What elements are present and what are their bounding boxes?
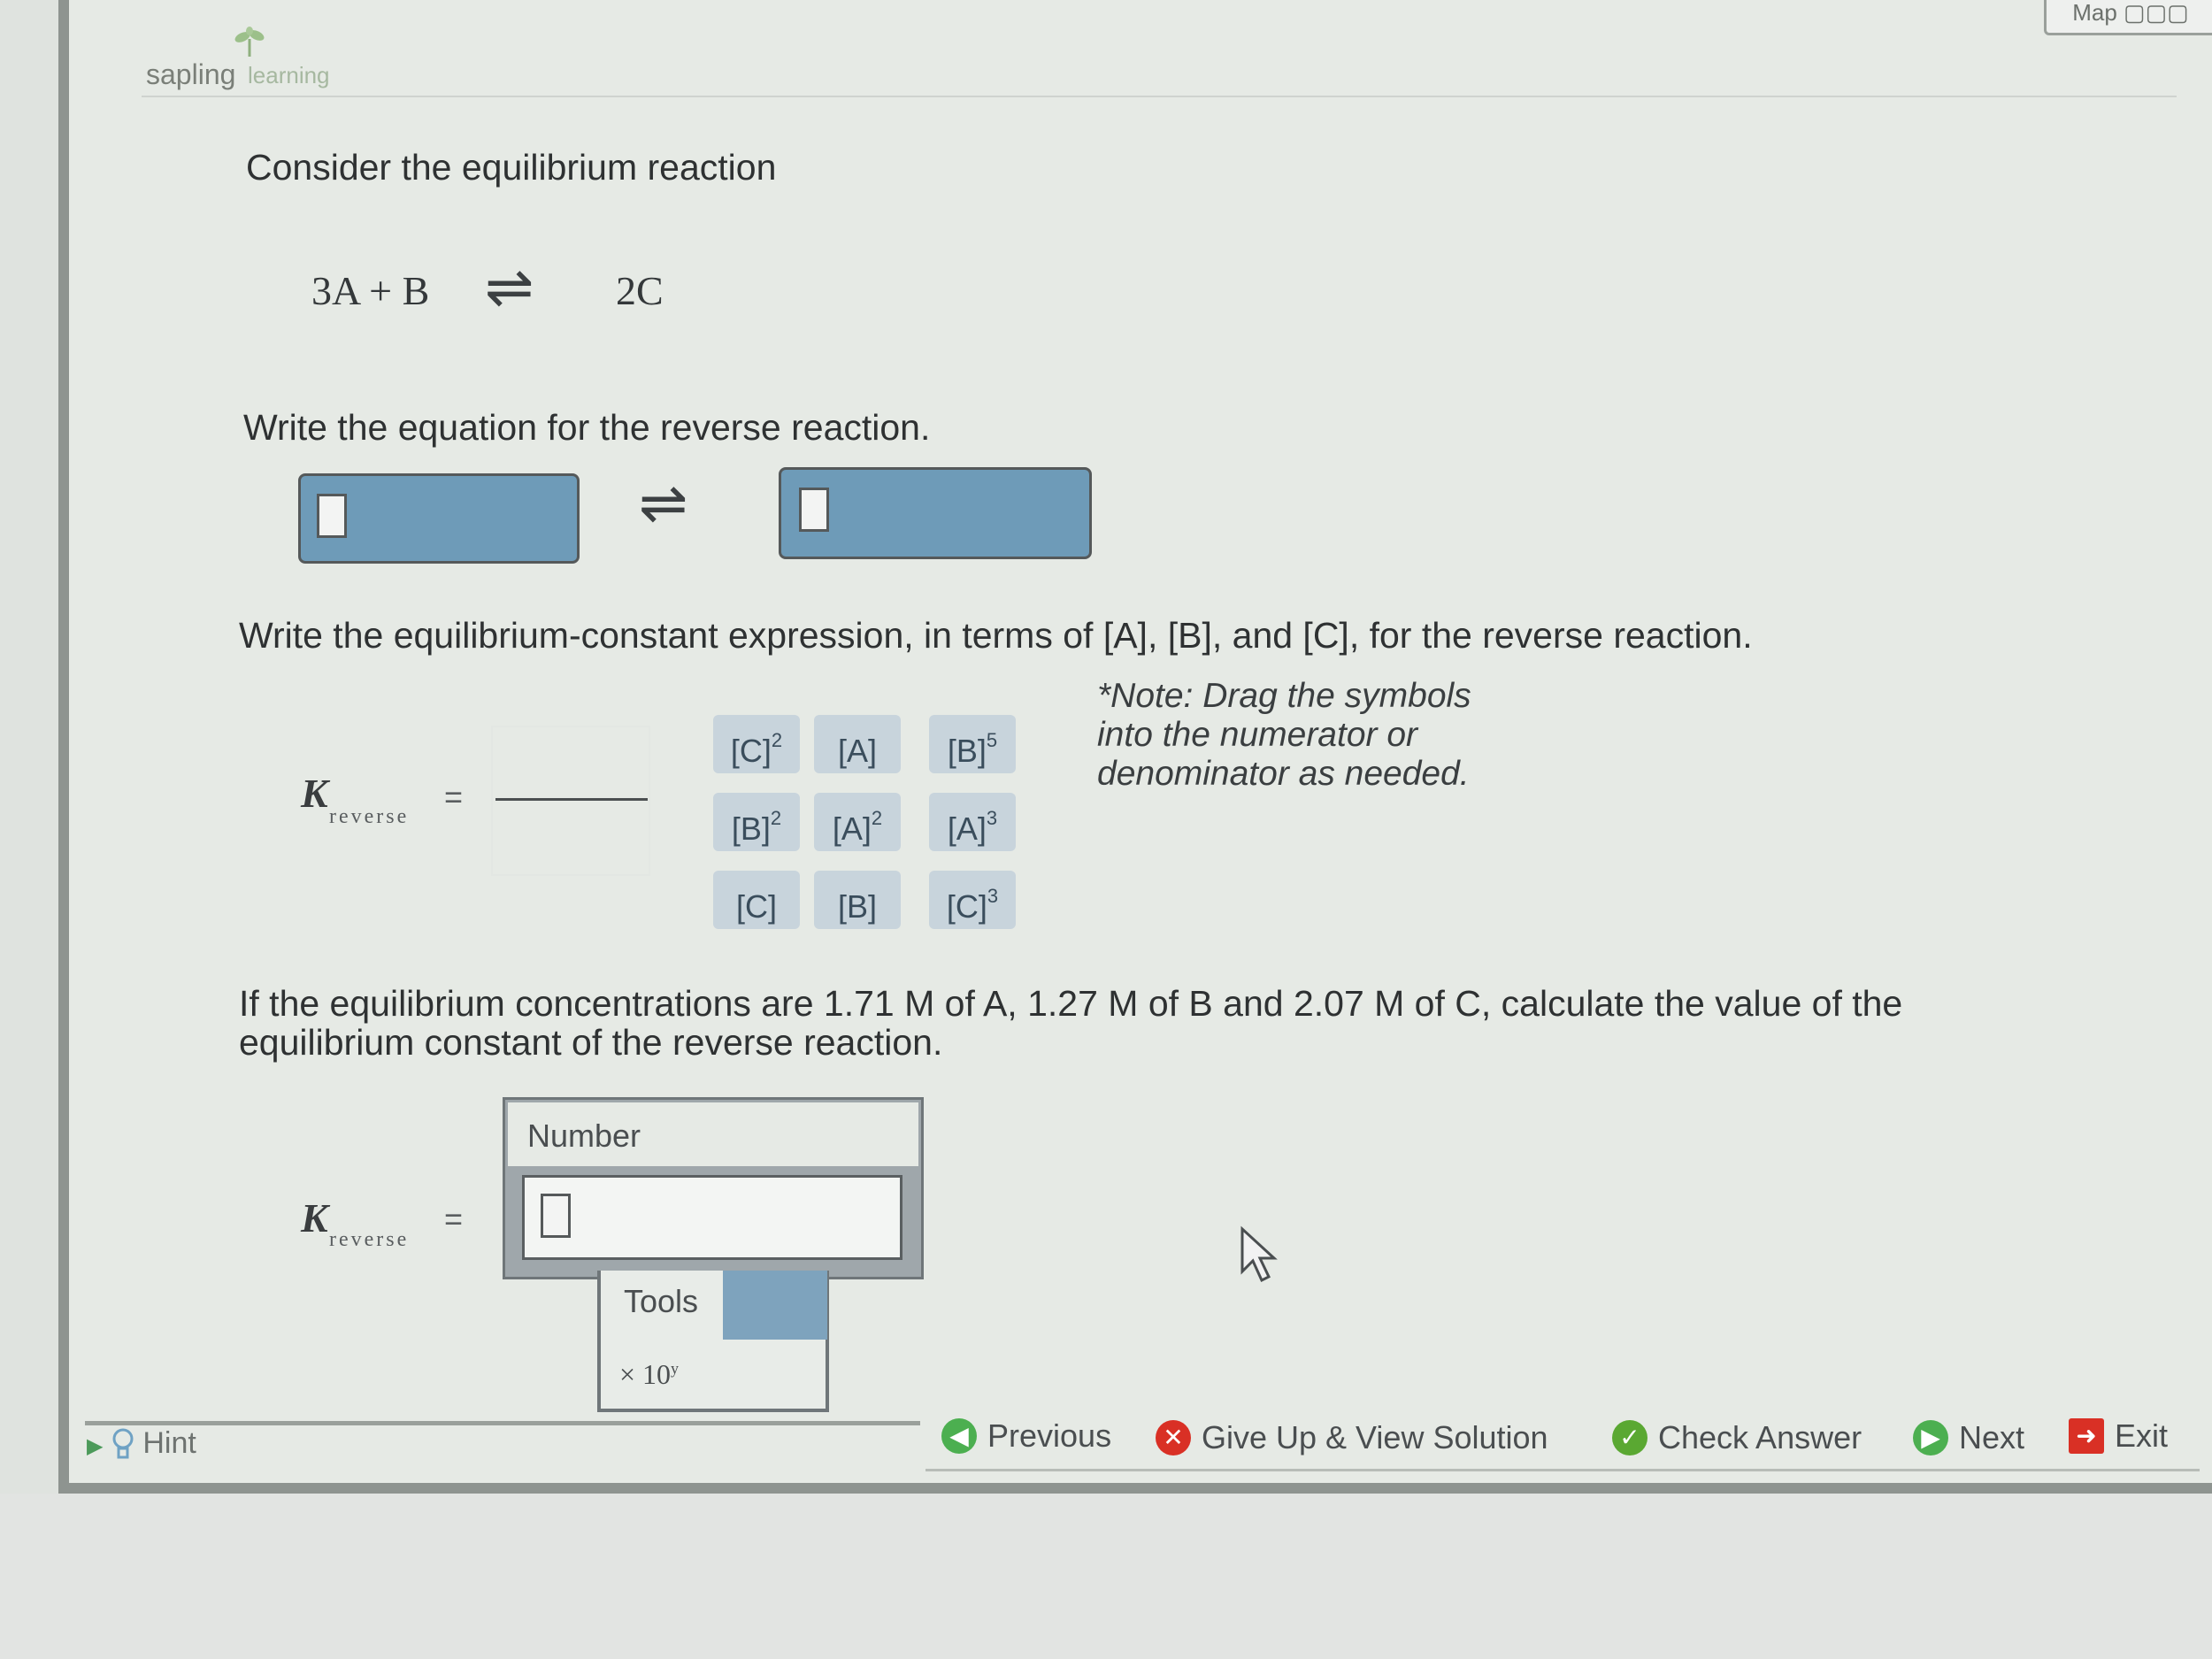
check-answer-button[interactable]: ✓ Check Answer [1612,1417,1862,1458]
tile-c[interactable]: [C] [713,871,800,929]
part3-prompt: If the equilibrium concentrations are 1.… [239,984,1902,1062]
mouse-cursor-icon [1240,1225,1278,1283]
tile-exponent: 3 [986,807,998,829]
tile-exponent: 5 [986,729,998,751]
next-icon: ▶ [1913,1420,1948,1456]
equilibrium-arrow-icon: ⇌ [485,253,534,321]
tile-c-squared[interactable]: [C]2 [713,715,800,773]
sapling-leaf-icon [234,27,265,57]
tile-a-cubed[interactable]: [A]3 [929,793,1016,851]
tools-label[interactable]: Tools [624,1283,698,1320]
times-ten-button[interactable]: × 10y [619,1358,679,1391]
text-cursor-icon [541,1194,571,1238]
reverse-equilibrium-arrow-icon: ⇌ [639,469,688,537]
tile-exponent: 3 [987,885,999,907]
next-button[interactable]: ▶ Next [1913,1417,2024,1458]
note-line-1: *Note: Drag the symbols [1097,677,1471,715]
text-cursor-icon [799,488,829,532]
note-line-2: into the numerator or [1097,716,1418,754]
tile-base: [C] [735,888,777,925]
previous-icon: ◀ [941,1418,977,1455]
reverse-reactant-input[interactable] [298,473,580,564]
fraction-bar [495,798,648,801]
logo-learning: learning [248,62,330,88]
tile-b-fifth[interactable]: [B]5 [929,715,1016,773]
part3-prompt-line-1: If the equilibrium concentrations are 1.… [239,983,1903,1024]
tile-a-squared[interactable]: [A]2 [814,793,901,851]
header-divider [142,96,2177,97]
tile-base: [A] [837,733,877,769]
map-icon: ▢▢▢ [2124,0,2189,26]
tile-b-squared[interactable]: [B]2 [713,793,800,851]
hint-button[interactable]: ▶ Hint [87,1426,196,1463]
tile-exponent: 2 [871,807,883,829]
equals-sign: = [444,779,464,815]
equals-sign: = [444,1201,464,1237]
exit-label: Exit [2115,1417,2169,1454]
k-subscript: reverse [329,805,410,828]
drag-note: *Note: Drag the symbols into the numerat… [1097,677,1471,794]
reverse-product-input[interactable] [779,467,1092,559]
times-ten-exponent: y [671,1359,680,1378]
tile-exponent: 2 [771,729,783,751]
number-label: Number [527,1118,641,1154]
k-symbol: K [301,1195,328,1240]
previous-button[interactable]: ◀ Previous [941,1416,1111,1456]
k-symbol: K [301,771,328,816]
denominator-drop-zone[interactable] [495,807,648,865]
expand-arrow-icon: ▶ [87,1434,104,1458]
tile-base: [C] [946,888,987,925]
logo-sapling[interactable]: sapling [146,58,235,91]
reaction-reactants: 3A + B [311,268,430,313]
k-subscript: reverse [329,1228,410,1251]
previous-label: Previous [987,1417,1112,1454]
note-line-3: denominator as needed. [1097,755,1470,793]
exit-button[interactable]: ➜ Exit [2069,1416,2168,1456]
tile-exponent: 2 [770,807,782,829]
next-label: Next [1959,1419,2025,1455]
tile-base: [C] [730,733,772,769]
hint-bulb-icon [112,1428,134,1459]
map-label: Map [2072,0,2117,26]
numerator-drop-zone[interactable] [495,734,648,793]
giveup-label: Give Up & View Solution [1202,1419,1548,1455]
tile-c-cubed[interactable]: [C]3 [929,871,1016,929]
reaction-products: 2C [616,268,664,313]
intro-text: Consider the equilibrium reaction [246,147,777,188]
part3-prompt-line-2: equilibrium constant of the reverse reac… [239,1022,943,1063]
part1-prompt: Write the equation for the reverse react… [243,407,931,448]
give-up-button[interactable]: ✕ Give Up & View Solution [1156,1417,1548,1458]
exit-icon: ➜ [2069,1418,2104,1455]
hint-label: Hint [142,1426,196,1460]
tools-tab-accent [723,1271,827,1340]
tile-base: [A] [947,810,987,847]
tile-base: [A] [832,810,872,847]
tile-base: [B] [731,810,771,847]
tile-b[interactable]: [B] [814,871,901,929]
footer-divider-right [926,1469,2200,1471]
number-input[interactable] [522,1175,902,1260]
times-ten-label: × 10 [619,1358,672,1390]
giveup-icon: ✕ [1156,1420,1191,1456]
text-cursor-icon [317,494,347,538]
footer-divider [85,1421,920,1425]
tile-base: [B] [947,733,987,769]
check-label: Check Answer [1658,1419,1863,1455]
map-button[interactable]: Map ▢▢▢ [2044,0,2212,35]
tile-base: [B] [837,888,877,925]
part2-prompt: Write the equilibrium-constant expressio… [239,615,1753,656]
tile-a[interactable]: [A] [814,715,901,773]
check-icon: ✓ [1612,1420,1647,1456]
page-bottom-area [0,1494,2212,1659]
